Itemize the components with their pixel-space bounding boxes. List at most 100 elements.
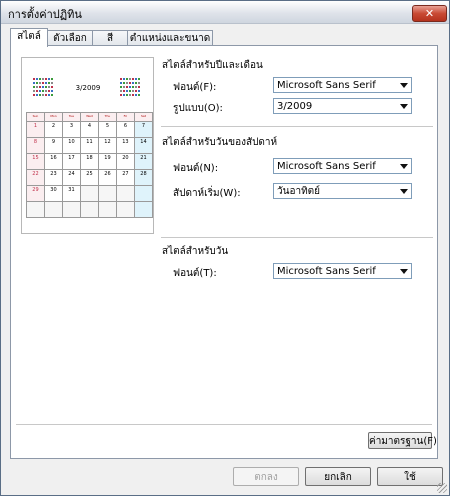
calendar-day-cell (97, 185, 117, 202)
separator (16, 424, 432, 425)
month-font-value: Microsoft Sans Serif (277, 80, 376, 91)
thumbnail-day-dot (48, 90, 50, 92)
calendar-day-cell (79, 185, 99, 202)
day-font-value: Microsoft Sans Serif (277, 266, 376, 277)
month-font-label: ฟอนต์(F): (173, 82, 217, 93)
thumbnail-day-dot (42, 94, 44, 96)
calendar-day-cell: 9 (43, 137, 63, 154)
cancel-button[interactable]: ยกเลิก (305, 467, 371, 486)
weekday-header: Wed (79, 112, 99, 122)
day-font-select[interactable]: Microsoft Sans Serif (273, 263, 412, 279)
weekday-header: Thu (97, 112, 117, 122)
thumbnail-day-dot (48, 86, 50, 88)
thumbnail-day-dot (48, 82, 50, 84)
format-label: รูปแบบ(O): (173, 103, 223, 114)
calendar-day-cell: 29 (26, 185, 45, 202)
thumbnail-day-dot (132, 78, 134, 80)
thumbnail-day-dot (129, 78, 131, 80)
tab-color-label: สี (106, 33, 114, 44)
calendar-week-row: 1234567 (26, 121, 153, 138)
week-font-label: ฟอนต์(N): (173, 163, 219, 174)
calendar-day-cell (133, 185, 153, 202)
thumbnail-day-dot (36, 94, 38, 96)
thumbnail-day-dot (33, 94, 35, 96)
thumbnail-day-dot (36, 90, 38, 92)
thumbnail-day-dot (126, 82, 128, 84)
restore-defaults-button[interactable]: ค่ามาตรฐาน(F) (368, 432, 437, 449)
calendar-day-cell: 8 (26, 137, 45, 154)
thumbnail-day-dot (39, 94, 41, 96)
day-style-title: สไตล์สำหรับวัน (162, 246, 229, 257)
tab-position-size-label: ตำแหน่งและขนาด (129, 33, 211, 44)
calendar-day-cell (97, 201, 117, 218)
thumbnail-day-dot (132, 94, 134, 96)
thumbnail-day-dot (132, 86, 134, 88)
resize-grip-icon[interactable] (437, 483, 447, 493)
calendar-day-cell (79, 201, 99, 218)
calendar-day-cell: 28 (133, 169, 153, 186)
calendar-day-cell: 10 (61, 137, 81, 154)
week-start-select[interactable]: วันอาทิตย์ (273, 183, 412, 199)
calendar-day-cell: 14 (133, 137, 153, 154)
thumbnail-day-dot (48, 94, 50, 96)
calendar-week-row: 22 23 24 25 26 27 28 (26, 169, 153, 186)
calendar-day-cell: 19 (97, 153, 117, 170)
day-font-label: ฟอนต์(T): (173, 268, 217, 279)
month-font-select[interactable]: Microsoft Sans Serif (273, 77, 412, 93)
calendar-day-cell (115, 201, 135, 218)
tab-options-label: ตัวเลือก (53, 33, 87, 44)
thumbnail-day-dot (126, 90, 128, 92)
thumbnail-day-dot (36, 82, 38, 84)
preview-month-label: 3/2009 (75, 84, 101, 92)
calendar-day-cell: 25 (79, 169, 99, 186)
previous-month-thumbnail (33, 78, 55, 100)
thumbnail-day-dot (132, 90, 134, 92)
tab-color[interactable]: สี (92, 30, 128, 46)
calendar-day-cell: 15 (26, 153, 45, 170)
thumbnail-day-dot (42, 86, 44, 88)
thumbnail-day-dot (138, 94, 140, 96)
format-select[interactable]: 3/2009 (273, 98, 412, 114)
title-bar[interactable]: การตั้งค่าปฏิทิน ✕ (1, 1, 449, 24)
calendar-preview: 3/2009 Sun Mon Tue Wed Thu Fri Sat 1 2 3 4 5 6 7 8 9 10 1… (21, 57, 154, 234)
thumbnail-day-dot (138, 78, 140, 80)
close-button[interactable]: ✕ (412, 5, 447, 22)
thumbnail-day-dot (45, 90, 47, 92)
format-value: 3/2009 (277, 101, 313, 112)
thumbnail-day-dot (135, 90, 137, 92)
tab-options[interactable]: ตัวเลือก (47, 30, 93, 46)
calendar-day-cell: 23 (43, 169, 63, 186)
chevron-down-icon (400, 83, 408, 88)
thumbnail-day-dot (48, 78, 50, 80)
chevron-down-icon (400, 189, 408, 194)
calendar-day-cell: 11 (79, 137, 99, 154)
thumbnail-day-dot (33, 78, 35, 80)
calendar-day-cell: 16 (43, 153, 63, 170)
weekday-header: Sun (26, 112, 45, 122)
calendar-day-cell: 27 (115, 169, 135, 186)
thumbnail-day-dot (51, 94, 53, 96)
separator (161, 237, 433, 238)
apply-button[interactable]: ใช้ (377, 467, 443, 486)
thumbnail-day-dot (42, 78, 44, 80)
thumbnail-day-dot (42, 90, 44, 92)
calendar-day-cell: 22 (26, 169, 45, 186)
thumbnail-day-dot (36, 86, 38, 88)
calendar-week-row: 29 30 31 (26, 185, 153, 202)
ok-button[interactable]: ตกลง (233, 467, 299, 486)
weekday-header: Fri (115, 112, 135, 122)
calendar-day-cell: 26 (97, 169, 117, 186)
thumbnail-day-dot (120, 86, 122, 88)
thumbnail-day-dot (123, 82, 125, 84)
thumbnail-day-dot (120, 90, 122, 92)
close-icon: ✕ (424, 7, 435, 20)
tab-style[interactable]: สไตล์ (10, 28, 48, 47)
week-font-select[interactable]: Microsoft Sans Serif (273, 158, 412, 174)
thumbnail-day-dot (33, 90, 35, 92)
thumbnail-day-dot (129, 82, 131, 84)
calendar-day-cell: 5 (97, 121, 117, 138)
tab-position-size[interactable]: ตำแหน่งและขนาด (127, 30, 213, 46)
calendar-day-cell: 30 (43, 185, 63, 202)
thumbnail-day-dot (123, 78, 125, 80)
calendar-settings-dialog: การตั้งค่าปฏิทิน ✕ สไตล์ ตัวเลือก สี ตำแ… (0, 0, 450, 496)
